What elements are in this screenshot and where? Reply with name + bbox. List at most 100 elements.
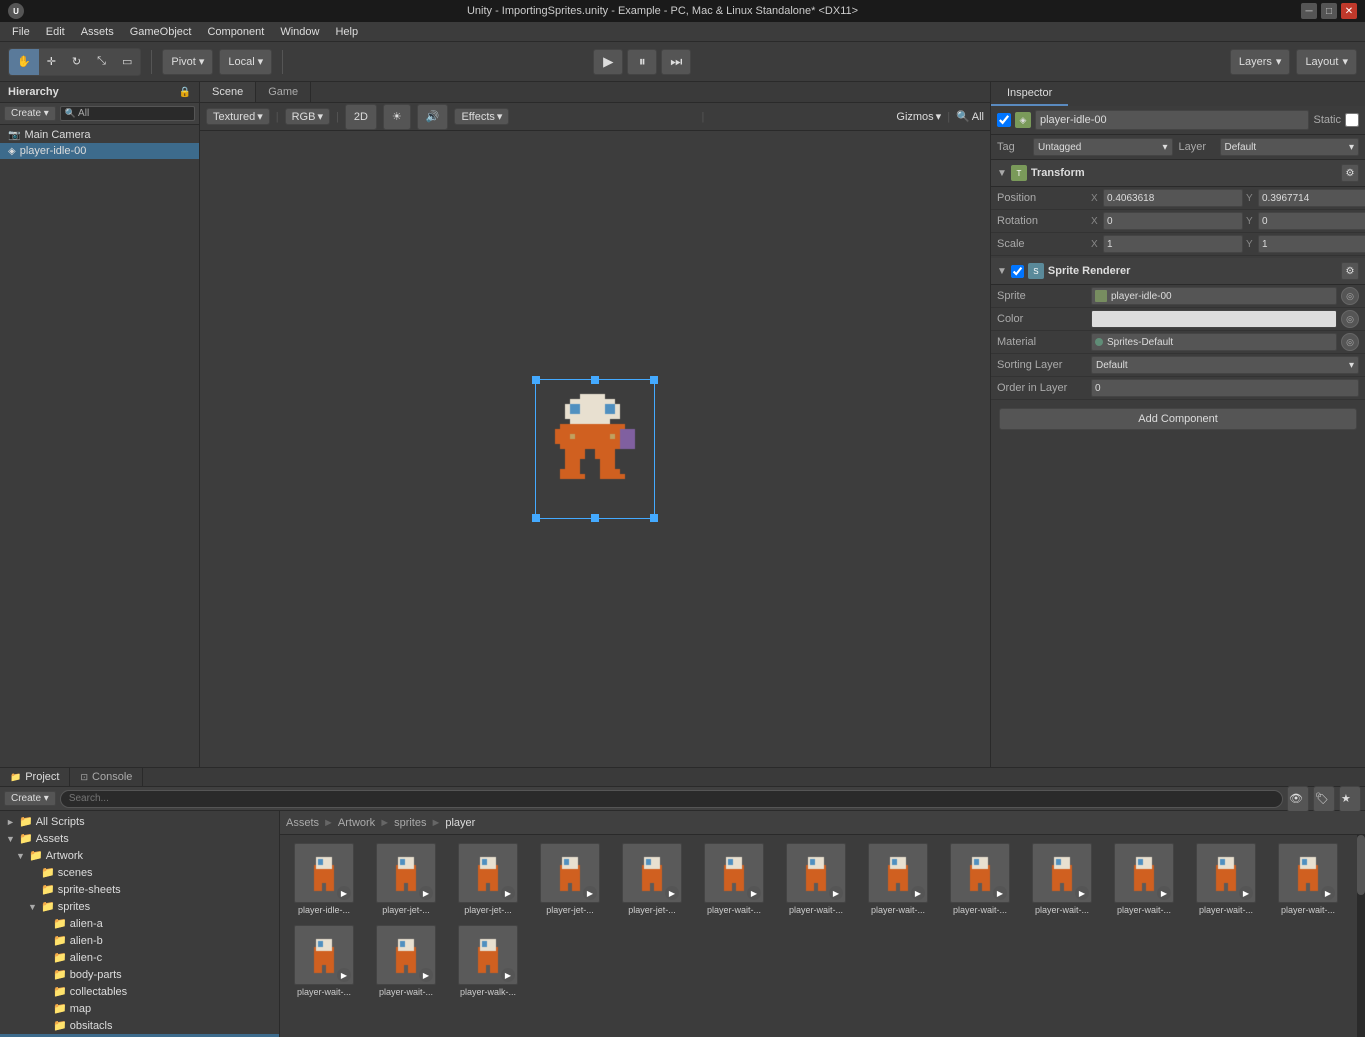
file-item-0[interactable]: ▶player-idle-... <box>284 839 364 919</box>
scene-view[interactable] <box>200 131 990 767</box>
pause-button[interactable]: ⏸ <box>627 49 657 75</box>
tree-scenes[interactable]: ► 📁 scenes <box>0 864 279 881</box>
menu-window[interactable]: Window <box>272 26 327 38</box>
console-tab[interactable]: ⊡ Console <box>70 768 143 786</box>
breadcrumb-sprites[interactable]: sprites <box>394 817 426 829</box>
handle-bc[interactable] <box>591 514 599 522</box>
pivot-button[interactable]: Pivot ▾ <box>162 49 213 75</box>
layers-dropdown[interactable]: Layers ▾ <box>1230 49 1291 75</box>
sprite-picker-btn[interactable]: ◎ <box>1341 287 1359 305</box>
sprite-renderer-header[interactable]: ▼ S Sprite Renderer ⚙ <box>991 258 1365 285</box>
breadcrumb-artwork[interactable]: Artwork <box>338 817 375 829</box>
play-overlay-1[interactable]: ▶ <box>419 886 433 900</box>
menu-file[interactable]: File <box>4 26 38 38</box>
handle-tl[interactable] <box>532 376 540 384</box>
rotate-tool[interactable]: ↻ <box>64 49 89 75</box>
play-overlay-3[interactable]: ▶ <box>583 886 597 900</box>
step-button[interactable]: ⏭ <box>661 49 691 75</box>
rect-tool[interactable]: ▭ <box>114 49 140 75</box>
play-overlay-15[interactable]: ▶ <box>501 968 515 982</box>
file-item-15[interactable]: ▶player-walk-... <box>448 921 528 1001</box>
layer-dropdown[interactable]: Default ▾ <box>1220 138 1360 156</box>
hierarchy-create-btn[interactable]: Create ▾ <box>4 106 56 121</box>
close-button[interactable]: ✕ <box>1341 3 1357 19</box>
file-item-1[interactable]: ▶player-jet-... <box>366 839 446 919</box>
play-overlay-11[interactable]: ▶ <box>1239 886 1253 900</box>
tree-sprites[interactable]: ▼ 📁 sprites <box>0 898 279 915</box>
material-value-field[interactable]: Sprites-Default <box>1091 333 1337 351</box>
project-eye-btn[interactable]: 👁 <box>1287 786 1309 812</box>
file-scrollbar-thumb[interactable] <box>1357 835 1365 895</box>
menu-edit[interactable]: Edit <box>38 26 73 38</box>
file-item-8[interactable]: ▶player-wait-... <box>940 839 1020 919</box>
play-button[interactable]: ▶ <box>593 49 623 75</box>
add-component-btn[interactable]: Add Component <box>999 408 1357 430</box>
project-label-btn[interactable]: 🏷 <box>1313 786 1335 812</box>
tree-obsitacls[interactable]: ► 📁 obsitacls <box>0 1017 279 1034</box>
position-x-input[interactable] <box>1103 189 1243 207</box>
object-enabled-checkbox[interactable] <box>997 113 1011 127</box>
minimize-button[interactable]: ─ <box>1301 3 1317 19</box>
handle-bl[interactable] <box>532 514 540 522</box>
file-item-10[interactable]: ▶player-wait-... <box>1104 839 1184 919</box>
maximize-button[interactable]: □ <box>1321 3 1337 19</box>
play-overlay-4[interactable]: ▶ <box>665 886 679 900</box>
tree-alien-c[interactable]: ► 📁 alien-c <box>0 949 279 966</box>
file-scrollbar[interactable] <box>1357 835 1365 1037</box>
transform-settings-btn[interactable]: ⚙ <box>1341 164 1359 182</box>
sprite-renderer-enabled[interactable] <box>1011 265 1024 278</box>
play-overlay-14[interactable]: ▶ <box>419 968 433 982</box>
hierarchy-item-player[interactable]: ◈ player-idle-00 <box>0 143 199 159</box>
file-item-7[interactable]: ▶player-wait-... <box>858 839 938 919</box>
color-picker-btn[interactable]: ◎ <box>1341 310 1359 328</box>
handle-br[interactable] <box>650 514 658 522</box>
file-item-6[interactable]: ▶player-wait-... <box>776 839 856 919</box>
object-name-input[interactable] <box>1035 110 1309 130</box>
file-item-2[interactable]: ▶player-jet-... <box>448 839 528 919</box>
tree-artwork[interactable]: ▼ 📁 Artwork <box>0 847 279 864</box>
tree-alien-b[interactable]: ► 📁 alien-b <box>0 932 279 949</box>
file-item-3[interactable]: ▶player-jet-... <box>530 839 610 919</box>
inspector-tab[interactable]: Inspector <box>991 82 1068 106</box>
file-item-5[interactable]: ▶player-wait-... <box>694 839 774 919</box>
textured-dropdown[interactable]: Textured ▾ <box>206 108 270 125</box>
layout-dropdown[interactable]: Layout ▾ <box>1296 49 1357 75</box>
tree-sprite-sheets[interactable]: ► 📁 sprite-sheets <box>0 881 279 898</box>
sorting-layer-dropdown[interactable]: Default ▾ <box>1091 356 1359 374</box>
tag-dropdown[interactable]: Untagged ▾ <box>1033 138 1173 156</box>
tree-map[interactable]: ► 📁 map <box>0 1000 279 1017</box>
handle-tc[interactable] <box>591 376 599 384</box>
order-layer-input[interactable] <box>1091 379 1359 397</box>
menu-gameobject[interactable]: GameObject <box>122 26 200 38</box>
file-item-12[interactable]: ▶player-wait-... <box>1268 839 1348 919</box>
play-overlay-8[interactable]: ▶ <box>993 886 1007 900</box>
tree-body-parts[interactable]: ► 📁 body-parts <box>0 966 279 983</box>
scale-x-input[interactable] <box>1103 235 1243 253</box>
scene-tab[interactable]: Scene <box>200 82 256 102</box>
hierarchy-item-main-camera[interactable]: 📷 Main Camera <box>0 127 199 143</box>
file-item-14[interactable]: ▶player-wait-... <box>366 921 446 1001</box>
file-item-9[interactable]: ▶player-wait-... <box>1022 839 1102 919</box>
tree-assets[interactable]: ▼ 📁 Assets <box>0 830 279 847</box>
play-overlay-9[interactable]: ▶ <box>1075 886 1089 900</box>
play-overlay-6[interactable]: ▶ <box>829 886 843 900</box>
hand-tool[interactable]: ✋ <box>9 49 39 75</box>
breadcrumb-assets[interactable]: Assets <box>286 817 319 829</box>
menu-component[interactable]: Component <box>199 26 272 38</box>
file-item-13[interactable]: ▶player-wait-... <box>284 921 364 1001</box>
play-overlay-0[interactable]: ▶ <box>337 886 351 900</box>
static-checkbox[interactable] <box>1345 113 1359 127</box>
effects-dropdown[interactable]: Effects ▾ <box>454 108 509 125</box>
project-search-input[interactable] <box>60 790 1283 808</box>
sprite-value-field[interactable]: player-idle-00 <box>1091 287 1337 305</box>
game-tab[interactable]: Game <box>256 82 311 102</box>
sprite-renderer-settings-btn[interactable]: ⚙ <box>1341 262 1359 280</box>
file-item-11[interactable]: ▶player-wait-... <box>1186 839 1266 919</box>
play-overlay-12[interactable]: ▶ <box>1321 886 1335 900</box>
menu-help[interactable]: Help <box>327 26 366 38</box>
all-layers-dropdown[interactable]: 🔍 All <box>956 110 984 123</box>
project-tab[interactable]: 📁 Project <box>0 768 70 786</box>
rotation-x-input[interactable] <box>1103 212 1243 230</box>
menu-assets[interactable]: Assets <box>73 26 122 38</box>
play-overlay-13[interactable]: ▶ <box>337 968 351 982</box>
